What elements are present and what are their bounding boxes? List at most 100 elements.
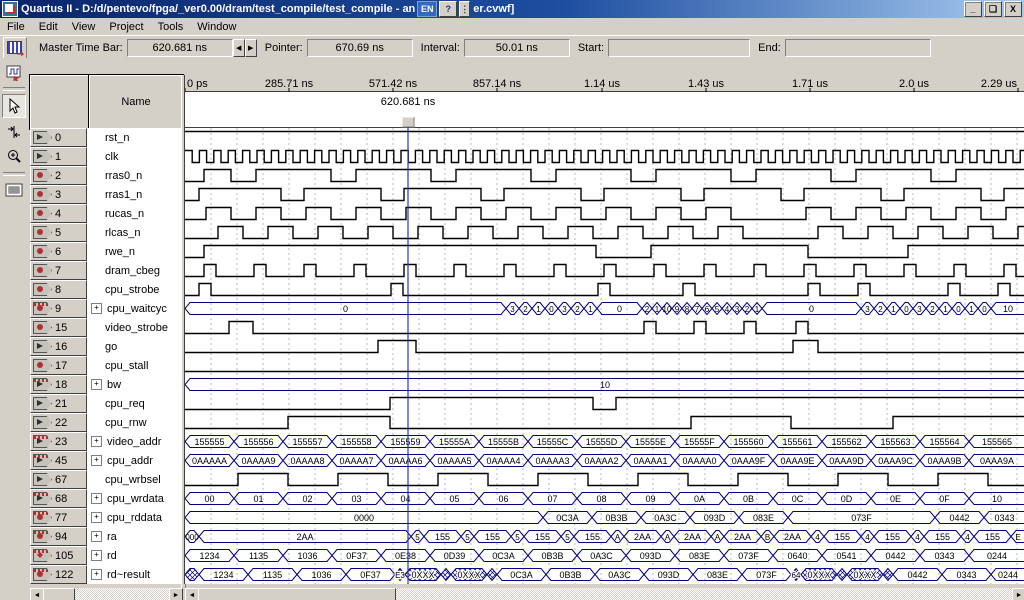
signal-number-cell[interactable]: 21 xyxy=(30,394,87,413)
signal-name-cell[interactable]: cpu_strobe xyxy=(87,280,181,299)
signal-name-cell[interactable]: rras1_n xyxy=(87,185,181,204)
signal-number-cell[interactable]: 67 xyxy=(30,470,87,489)
signal-name-cell[interactable]: +cpu_wrdata xyxy=(87,489,181,508)
wave-row-cpu_wrbsel[interactable] xyxy=(185,474,1024,486)
signal-name-cell[interactable]: video_strobe xyxy=(87,318,181,337)
wave-row-cpu_wrdata[interactable]: 000102030405060708090A0B0C0D0E0F10 xyxy=(185,493,1024,505)
selection-tool-icon[interactable] xyxy=(2,94,26,118)
master-time-left-arrow[interactable]: ◀ xyxy=(233,39,245,57)
signal-number-cell[interactable]: 1 xyxy=(30,147,87,166)
signal-row-cpu_addr[interactable]: 45+cpu_addr xyxy=(30,451,181,470)
waveform-editor-icon[interactable] xyxy=(3,61,25,83)
signal-name-cell[interactable]: +cpu_rddata xyxy=(87,508,181,527)
signal-row-rd[interactable]: 105+rd xyxy=(30,546,181,565)
signal-number-cell[interactable]: 18 xyxy=(30,375,87,394)
signal-row-rucas_n[interactable]: 4rucas_n xyxy=(30,204,181,223)
grid-tool-icon[interactable] xyxy=(3,179,25,201)
signal-number-cell[interactable]: 0 xyxy=(30,128,87,147)
signal-name-cell[interactable]: +cpu_addr xyxy=(87,451,181,470)
signal-row-rlcas_n[interactable]: 5rlcas_n xyxy=(30,223,181,242)
scroll-right-arrow[interactable]: ► xyxy=(1012,588,1024,600)
signal-row-cpu_rnw[interactable]: 22cpu_rnw xyxy=(30,413,181,432)
menu-edit[interactable]: Edit xyxy=(32,20,65,34)
signal-row-cpu_wrbsel[interactable]: 67cpu_wrbsel xyxy=(30,470,181,489)
signal-number-cell[interactable]: 122 xyxy=(30,565,87,584)
signal-row-video_strobe[interactable]: 15video_strobe xyxy=(30,318,181,337)
signal-number-cell[interactable]: 2 xyxy=(30,166,87,185)
master-time-bar-field[interactable]: 620.681 ns xyxy=(127,39,233,57)
signal-row-cpu_stall[interactable]: 17cpu_stall xyxy=(30,356,181,375)
signal-number-cell[interactable]: 15 xyxy=(30,318,87,337)
signal-number-cell[interactable]: 5 xyxy=(30,223,87,242)
signal-number-cell[interactable]: 7 xyxy=(30,261,87,280)
signal-number-cell[interactable]: 45 xyxy=(30,451,87,470)
signal-name-cell[interactable]: +ra xyxy=(87,527,181,546)
waveform-editor-icon[interactable] xyxy=(3,37,27,59)
scroll-left-arrow[interactable]: ◄ xyxy=(185,588,199,600)
signal-row-cpu_rddata[interactable]: 77+cpu_rddata xyxy=(30,508,181,527)
wave-row-ra[interactable]: 0002AA5155515551555155A2AAA2AAA2AAB2AA41… xyxy=(185,531,1024,543)
signal-number-cell[interactable]: 77 xyxy=(30,508,87,527)
signal-row-go[interactable]: 16go xyxy=(30,337,181,356)
expand-plus-icon[interactable]: + xyxy=(91,493,102,504)
signal-row-video_addr[interactable]: 23+video_addr xyxy=(30,432,181,451)
menu-window[interactable]: Window xyxy=(190,20,243,34)
menu-file[interactable]: File xyxy=(0,20,32,34)
signal-number-cell[interactable]: 4 xyxy=(30,204,87,223)
menu-tools[interactable]: Tools xyxy=(151,20,191,34)
signal-name-cell[interactable]: +bw xyxy=(87,375,181,394)
expand-plus-icon[interactable]: + xyxy=(91,512,102,523)
expand-plus-icon[interactable]: + xyxy=(91,303,102,314)
signal-row-ra[interactable]: 94+ra xyxy=(30,527,181,546)
menu-project[interactable]: Project xyxy=(102,20,150,34)
signal-name-cell[interactable]: cpu_stall xyxy=(87,356,181,375)
wave-row-rd[interactable]: 1234113510360F370E380D390C3A0B3B0A3C093D… xyxy=(185,550,1024,562)
signal-number-cell[interactable]: 68 xyxy=(30,489,87,508)
wave-row-rd~result[interactable]: 1234113510360F37E30XXX0XXX0C3A0B3B0A3C09… xyxy=(185,569,1024,581)
signal-name-cell[interactable]: rwe_n xyxy=(87,242,181,261)
signal-row-cpu_wrdata[interactable]: 68+cpu_wrdata xyxy=(30,489,181,508)
signal-row-dram_cbeg[interactable]: 7dram_cbeg xyxy=(30,261,181,280)
minimize-button[interactable]: _ xyxy=(964,1,982,17)
signal-name-cell[interactable]: clk xyxy=(87,147,181,166)
signal-number-cell[interactable]: 9 xyxy=(30,299,87,318)
signal-row-cpu_strobe[interactable]: 8cpu_strobe xyxy=(30,280,181,299)
signal-number-cell[interactable]: 6 xyxy=(30,242,87,261)
signal-row-cpu_req[interactable]: 21cpu_req xyxy=(30,394,181,413)
wave-row-go[interactable] xyxy=(185,341,1024,353)
signal-number-cell[interactable]: 8 xyxy=(30,280,87,299)
title-bar[interactable]: Quartus II - D:/d/pentevo/fpga/_ver0.00/… xyxy=(0,0,1024,18)
signal-number-cell[interactable]: 3 xyxy=(30,185,87,204)
signal-name-cell[interactable]: rst_n xyxy=(87,128,181,147)
wave-row-rlcas_n[interactable] xyxy=(185,227,1024,239)
signal-number-cell[interactable]: 17 xyxy=(30,356,87,375)
wave-row-cpu_rnw[interactable] xyxy=(185,417,1024,429)
wave-row-rucas_n[interactable] xyxy=(185,208,1024,220)
signal-name-cell[interactable]: +rd~result xyxy=(87,565,181,584)
wave-row-clk[interactable] xyxy=(185,151,1024,163)
wave-row-dram_cbeg[interactable] xyxy=(185,265,1024,277)
wave-row-video_addr[interactable]: 15555515555615555715555815555915555A1555… xyxy=(185,436,1024,448)
restore-button[interactable]: ❏ xyxy=(984,1,1002,17)
start-field[interactable] xyxy=(608,39,750,57)
expand-plus-icon[interactable]: + xyxy=(91,531,102,542)
wave-horizontal-scrollbar[interactable]: ◄ ► xyxy=(185,588,1024,600)
expand-plus-icon[interactable]: + xyxy=(91,379,102,390)
wave-row-bw[interactable]: 10 xyxy=(185,379,1024,391)
language-indicator[interactable]: EN xyxy=(417,1,437,17)
signal-row-rras0_n[interactable]: 2rras0_n xyxy=(30,166,181,185)
signal-row-rst_n[interactable]: 0rst_n xyxy=(30,128,181,147)
signal-name-cell[interactable]: +rd xyxy=(87,546,181,565)
signal-name-cell[interactable]: dram_cbeg xyxy=(87,261,181,280)
wave-row-cpu_req[interactable] xyxy=(185,398,1024,410)
wave-row-rras1_n[interactable] xyxy=(185,189,1024,201)
wave-row-cpu_waitcyc[interactable]: 03210321021109876543210321032101010 xyxy=(185,303,1024,315)
scroll-left-arrow[interactable]: ◄ xyxy=(30,588,44,600)
signal-row-bw[interactable]: 18+bw xyxy=(30,375,181,394)
wave-row-cpu_strobe[interactable] xyxy=(185,284,1024,296)
expand-plus-icon[interactable]: + xyxy=(91,436,102,447)
signal-name-cell[interactable]: cpu_req xyxy=(87,394,181,413)
wave-row-video_strobe[interactable] xyxy=(185,322,1024,334)
signal-row-rd~result[interactable]: 122+rd~result xyxy=(30,565,181,584)
expand-plus-icon[interactable]: + xyxy=(91,569,102,580)
